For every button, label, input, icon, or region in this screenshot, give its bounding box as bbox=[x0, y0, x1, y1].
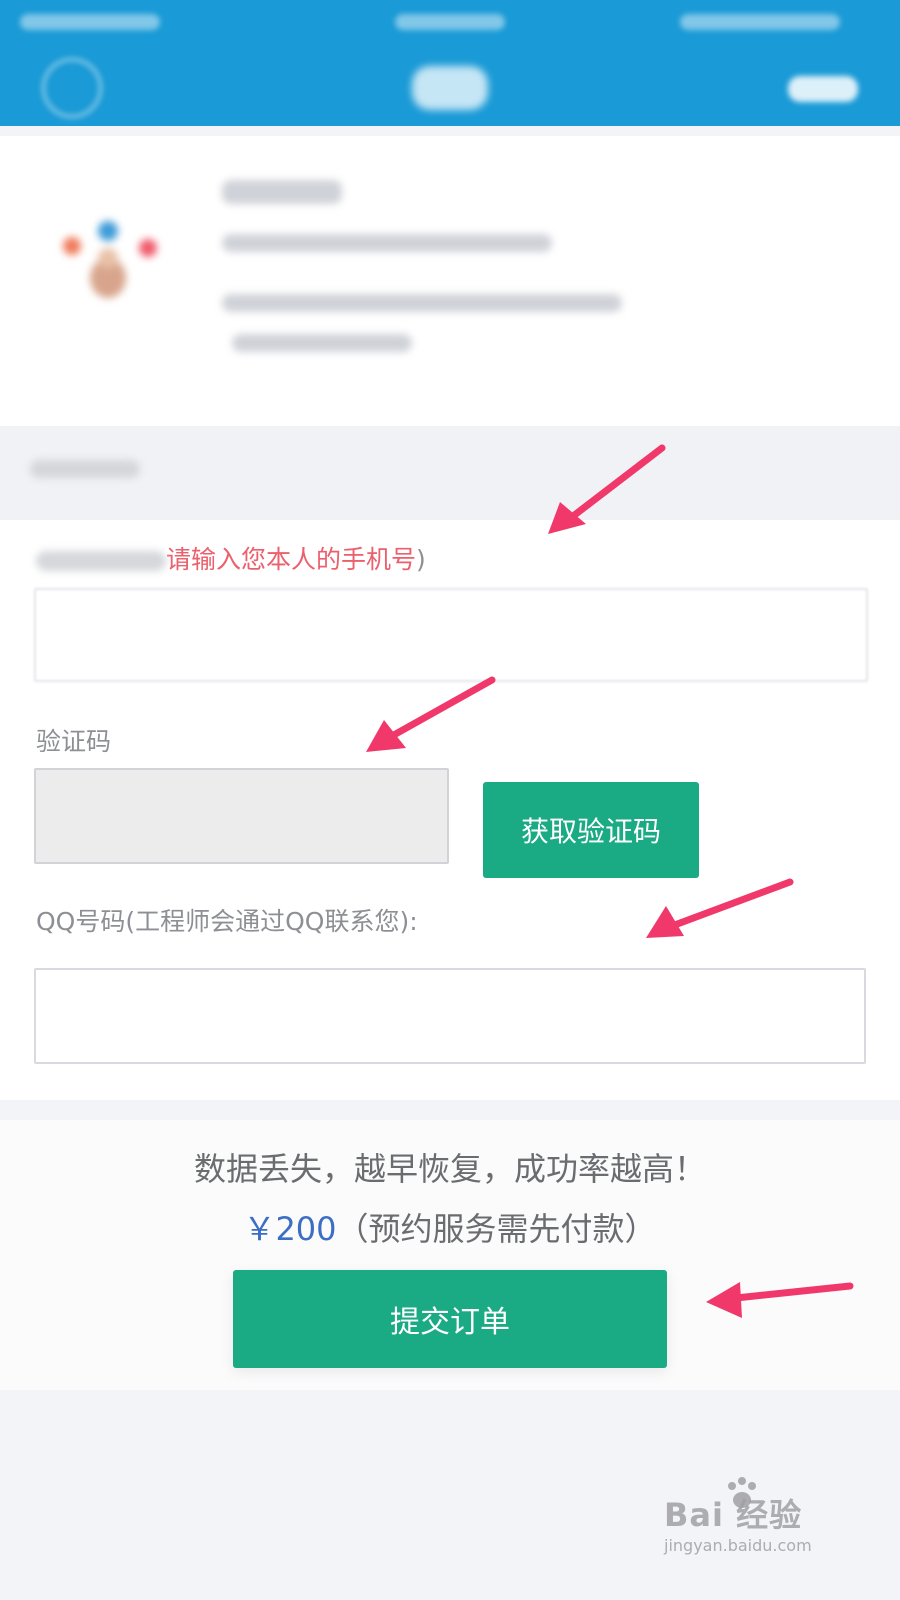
watermark-brand: Bai 经验 bbox=[664, 1496, 803, 1534]
nav-action-button[interactable] bbox=[788, 76, 858, 102]
annotation-arrow-icon bbox=[366, 676, 496, 752]
status-time bbox=[395, 14, 505, 30]
code-label: 验证码 bbox=[36, 727, 112, 756]
qq-input[interactable] bbox=[34, 968, 866, 1064]
verification-code-input[interactable] bbox=[34, 768, 449, 864]
product-card bbox=[0, 136, 900, 426]
section-title bbox=[30, 460, 140, 478]
phone-hint: 请输入您本人的手机号 bbox=[166, 545, 417, 574]
price-line: ￥200（预约服务需先付款） bbox=[0, 1204, 900, 1250]
phone-label-close: ) bbox=[416, 545, 426, 574]
product-detail-2 bbox=[232, 334, 412, 352]
status-bar bbox=[0, 0, 900, 44]
annotation-arrow-icon bbox=[706, 1282, 854, 1318]
page-title bbox=[412, 66, 488, 110]
battery-status bbox=[680, 14, 840, 30]
qq-label: QQ号码(工程师会通过QQ联系您): bbox=[36, 907, 418, 936]
product-name bbox=[222, 180, 342, 204]
watermark: Bai 经验 jingyan.baidu.com bbox=[664, 1477, 854, 1570]
price-amount: ￥200 bbox=[243, 1210, 337, 1248]
section-header bbox=[0, 426, 900, 520]
submit-order-button[interactable]: 提交订单 bbox=[233, 1270, 667, 1368]
annotation-arrow-icon bbox=[548, 444, 666, 534]
phone-label: 请输入您本人的手机号) bbox=[36, 540, 426, 576]
slogan-text: 数据丢失，越早恢复，成功率越高！ bbox=[193, 1150, 706, 1188]
get-code-button[interactable]: 获取验证码 bbox=[483, 782, 699, 878]
nav-bar bbox=[0, 44, 900, 126]
price-note: （预约服务需先付款） bbox=[336, 1210, 657, 1248]
back-icon[interactable] bbox=[42, 58, 102, 118]
product-detail bbox=[222, 294, 622, 312]
carrier-signal bbox=[20, 14, 160, 30]
product-desc bbox=[222, 234, 552, 252]
annotation-arrow-icon bbox=[646, 878, 794, 938]
product-image bbox=[63, 221, 157, 298]
phone-input[interactable] bbox=[34, 588, 868, 682]
phone-label-prefix bbox=[36, 551, 166, 571]
watermark-url: jingyan.baidu.com bbox=[664, 1536, 812, 1555]
